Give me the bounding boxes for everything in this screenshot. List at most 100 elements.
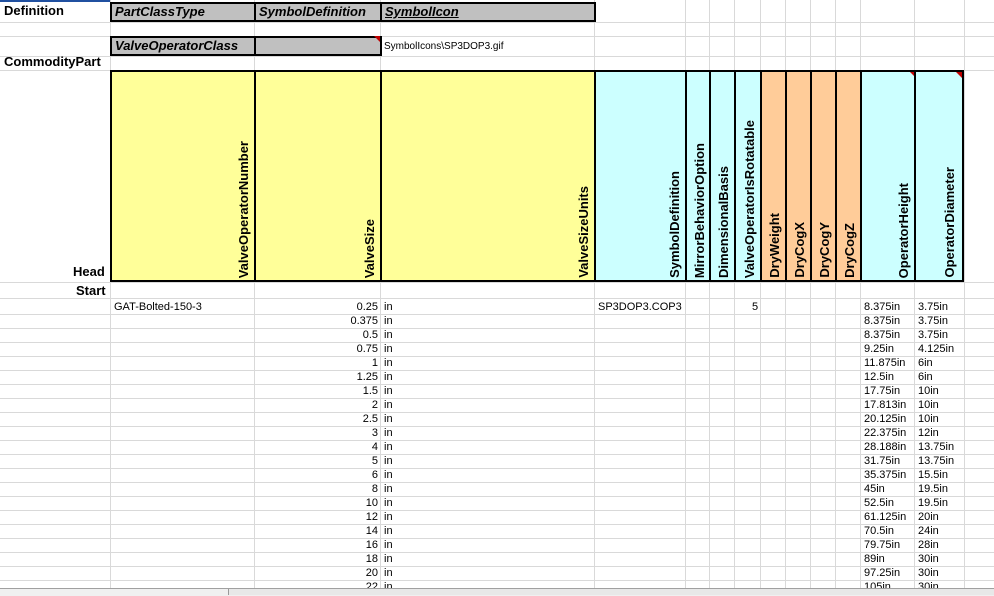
header-operator-diameter[interactable]: OperatorDiameter	[914, 70, 964, 282]
valve-size-cell[interactable]: 0.25	[254, 300, 378, 314]
empty-gray-cell[interactable]	[254, 36, 382, 56]
valve-size-units-cell[interactable]: in	[384, 314, 393, 328]
operator-diameter-cell[interactable]: 19.5in	[918, 482, 948, 496]
valve-size-units-cell[interactable]: in	[384, 538, 393, 552]
operator-height-cell[interactable]: 35.375in	[864, 468, 906, 482]
valve-size-units-cell[interactable]: in	[384, 370, 393, 384]
operator-height-cell[interactable]: 28.188in	[864, 440, 906, 454]
valve-size-cell[interactable]: 14	[254, 524, 378, 538]
operator-diameter-cell[interactable]: 6in	[918, 356, 933, 370]
operator-diameter-cell[interactable]: 4.125in	[918, 342, 954, 356]
header-dry-weight[interactable]: DryWeight	[760, 70, 787, 282]
valve-size-cell[interactable]: 0.375	[254, 314, 378, 328]
symbol-definition-cell[interactable]: SymbolDefinition	[254, 2, 382, 22]
header-valve-operator-number[interactable]: ValveOperatorNumber	[110, 70, 256, 282]
valve-size-units-cell[interactable]: in	[384, 440, 393, 454]
valve-size-cell[interactable]: 20	[254, 566, 378, 580]
valve-size-cell[interactable]: 18	[254, 552, 378, 566]
symbol-icon-cell[interactable]: SymbolIcon	[380, 2, 596, 22]
valve-size-cell[interactable]: 1	[254, 356, 378, 370]
valve-size-units-cell[interactable]: in	[384, 342, 393, 356]
valve-size-units-cell[interactable]: in	[384, 356, 393, 370]
operator-height-cell[interactable]: 8.375in	[864, 314, 900, 328]
valve-size-units-cell[interactable]: in	[384, 384, 393, 398]
operator-diameter-cell[interactable]: 10in	[918, 384, 939, 398]
valve-size-cell[interactable]: 12	[254, 510, 378, 524]
operator-diameter-cell[interactable]: 30in	[918, 566, 939, 580]
valve-size-units-cell[interactable]: in	[384, 398, 393, 412]
operator-diameter-cell[interactable]: 19.5in	[918, 496, 948, 510]
operator-height-cell[interactable]: 11.875in	[864, 356, 905, 370]
valve-operator-class-cell[interactable]: ValveOperatorClass	[110, 36, 256, 56]
operator-diameter-cell[interactable]: 6in	[918, 370, 933, 384]
head-label[interactable]: Head	[73, 265, 105, 279]
valve-size-cell[interactable]: 8	[254, 482, 378, 496]
header-valve-operator-is-rotatable[interactable]: ValveOperatorIsRotatable	[734, 70, 762, 282]
valve-size-cell[interactable]: 0.5	[254, 328, 378, 342]
valve-size-cell[interactable]: 3	[254, 426, 378, 440]
part-class-type-cell[interactable]: PartClassType	[110, 2, 256, 22]
operator-diameter-cell[interactable]: 3.75in	[918, 328, 948, 342]
header-dry-cog-x[interactable]: DryCogX	[785, 70, 812, 282]
header-dry-cog-y[interactable]: DryCogY	[810, 70, 837, 282]
operator-diameter-cell[interactable]: 10in	[918, 412, 939, 426]
operator-height-cell[interactable]: 9.25in	[864, 342, 894, 356]
operator-height-cell[interactable]: 22.375in	[864, 426, 906, 440]
header-operator-height[interactable]: OperatorHeight	[860, 70, 916, 282]
commodity-part-label[interactable]: CommodityPart	[4, 55, 101, 69]
valve-size-cell[interactable]: 4	[254, 440, 378, 454]
operator-height-cell[interactable]: 8.375in	[864, 328, 900, 342]
operator-height-cell[interactable]: 52.5in	[864, 496, 894, 510]
operator-height-cell[interactable]: 79.75in	[864, 538, 900, 552]
valve-size-units-cell[interactable]: in	[384, 328, 393, 342]
valve-size-cell[interactable]: 6	[254, 468, 378, 482]
icon-path-cell[interactable]: SymbolIcons\SP3DOP3.gif	[384, 40, 504, 54]
valve-size-cell[interactable]: 0.75	[254, 342, 378, 356]
operator-height-cell[interactable]: 17.813in	[864, 398, 906, 412]
valve-size-units-cell[interactable]: in	[384, 552, 393, 566]
valve-size-cell[interactable]: 16	[254, 538, 378, 552]
symbol-definition-value-cell[interactable]: SP3DOP3.COP3	[598, 300, 682, 314]
valve-size-cell[interactable]: 5	[254, 454, 378, 468]
valve-size-cell[interactable]: 1.5	[254, 384, 378, 398]
valve-size-units-cell[interactable]: in	[384, 412, 393, 426]
operator-diameter-cell[interactable]: 12in	[918, 426, 939, 440]
operator-height-cell[interactable]: 70.5in	[864, 524, 894, 538]
valve-size-units-cell[interactable]: in	[384, 510, 393, 524]
operator-height-cell[interactable]: 97.25in	[864, 566, 900, 580]
valve-size-units-cell[interactable]: in	[384, 426, 393, 440]
operator-diameter-cell[interactable]: 10in	[918, 398, 939, 412]
valve-size-units-cell[interactable]: in	[384, 454, 393, 468]
valve-size-units-cell[interactable]: in	[384, 566, 393, 580]
valve-size-units-cell[interactable]: in	[384, 300, 393, 314]
definition-label[interactable]: Definition	[4, 4, 64, 18]
valve-size-cell[interactable]: 2.5	[254, 412, 378, 426]
valve-size-cell[interactable]: 10	[254, 496, 378, 510]
operator-height-cell[interactable]: 31.75in	[864, 454, 900, 468]
operator-height-cell[interactable]: 89in	[864, 552, 885, 566]
valve-operator-number-cell[interactable]: GAT-Bolted-150-3	[114, 300, 202, 314]
valve-size-units-cell[interactable]: in	[384, 482, 393, 496]
operator-height-cell[interactable]: 12.5in	[864, 370, 894, 384]
operator-diameter-cell[interactable]: 20in	[918, 510, 939, 524]
rotatable-value-cell[interactable]: 5	[752, 300, 758, 314]
header-dimensional-basis[interactable]: DimensionalBasis	[709, 70, 736, 282]
valve-size-units-cell[interactable]: in	[384, 524, 393, 538]
operator-height-cell[interactable]: 17.75in	[864, 384, 900, 398]
valve-size-cell[interactable]: 1.25	[254, 370, 378, 384]
operator-diameter-cell[interactable]: 28in	[918, 538, 939, 552]
operator-diameter-cell[interactable]: 3.75in	[918, 314, 948, 328]
operator-diameter-cell[interactable]: 15.5in	[918, 468, 948, 482]
operator-height-cell[interactable]: 8.375in	[864, 300, 900, 314]
start-label[interactable]: Start	[76, 284, 106, 298]
header-mirror-behavior-option[interactable]: MirrorBehaviorOption	[685, 70, 711, 282]
valve-size-units-cell[interactable]: in	[384, 496, 393, 510]
valve-size-cell[interactable]: 2	[254, 398, 378, 412]
operator-diameter-cell[interactable]: 13.75in	[918, 440, 954, 454]
operator-diameter-cell[interactable]: 3.75in	[918, 300, 948, 314]
valve-size-units-cell[interactable]: in	[384, 468, 393, 482]
header-valve-size[interactable]: ValveSize	[254, 70, 382, 282]
operator-height-cell[interactable]: 20.125in	[864, 412, 906, 426]
operator-diameter-cell[interactable]: 30in	[918, 552, 939, 566]
horizontal-scrollbar[interactable]	[228, 589, 994, 595]
